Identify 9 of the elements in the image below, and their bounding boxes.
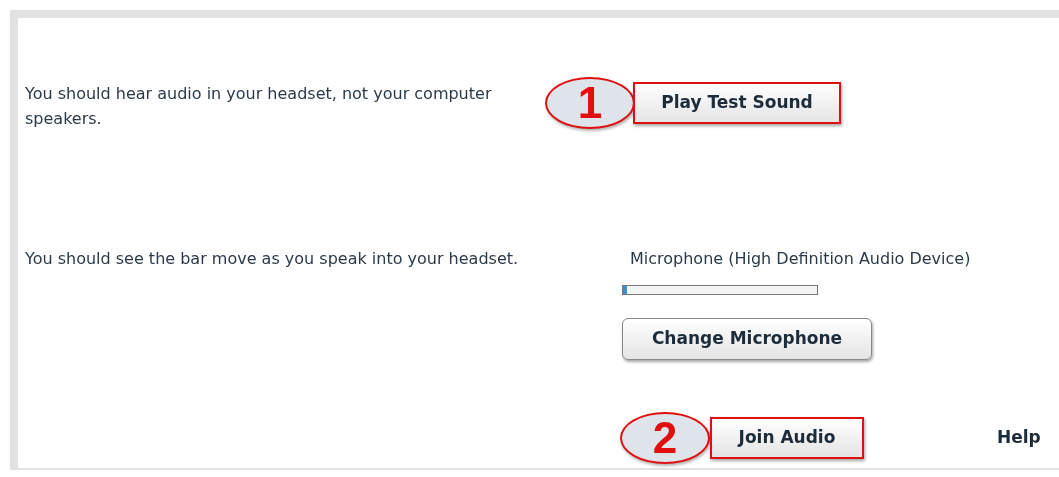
step-callout: 2 xyxy=(620,412,710,464)
join-audio-button[interactable]: Join Audio xyxy=(710,417,864,459)
microphone-instruction: You should see the bar move as you speak into your headset. xyxy=(25,248,520,270)
speaker-instruction: You should hear audio in your headset, not your computer speakers. xyxy=(25,83,493,130)
play-test-sound-button[interactable]: Play Test Sound xyxy=(633,82,841,124)
help-link[interactable]: Help xyxy=(997,425,1041,451)
step-callout: 1 xyxy=(545,77,635,129)
microphone-device-label: Microphone (High Definition Audio Device) xyxy=(630,248,971,270)
change-microphone-button[interactable]: Change Microphone xyxy=(622,318,872,360)
